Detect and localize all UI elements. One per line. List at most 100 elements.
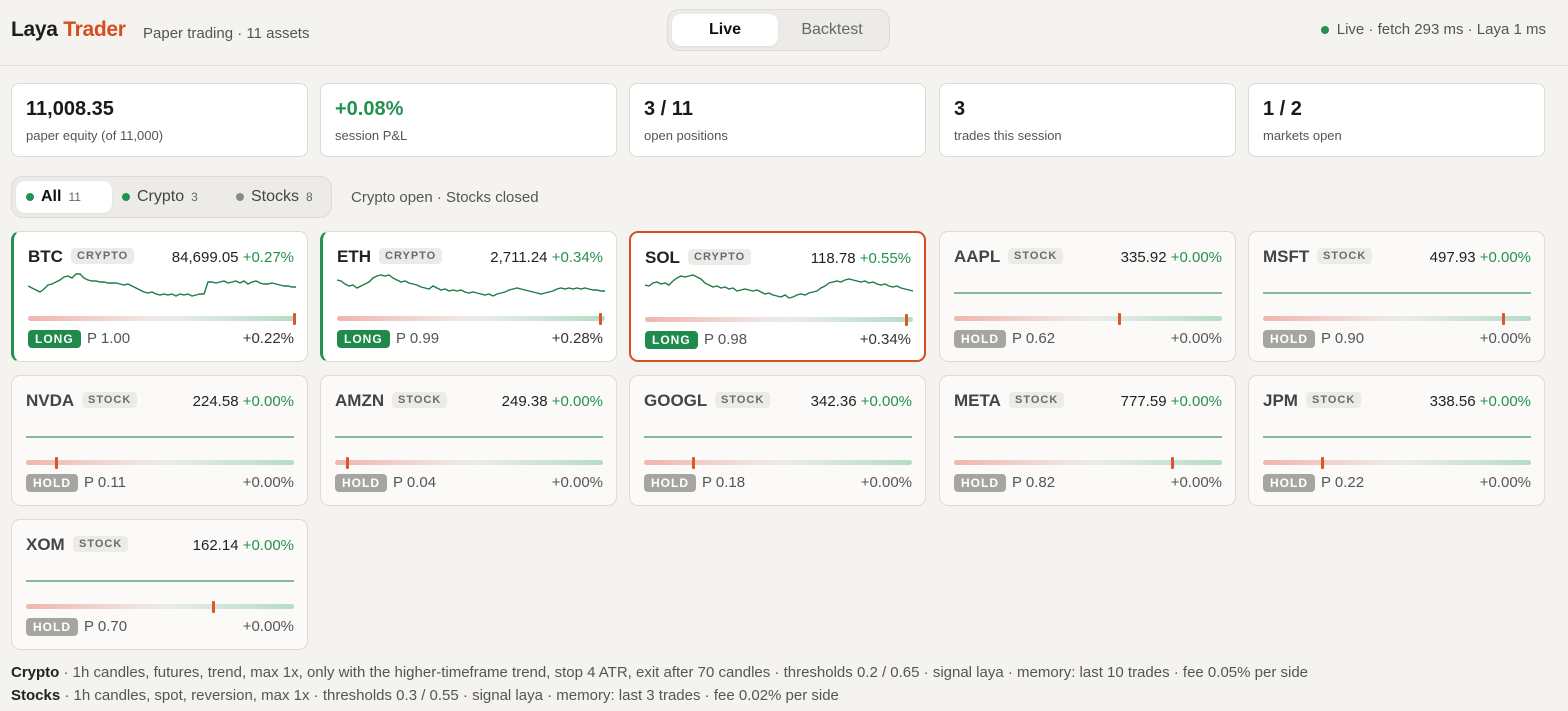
probability-track bbox=[26, 460, 294, 465]
asset-card-sol[interactable]: SOL CRYPTO 118.78 +0.55% LONG P 0.98 +0.34% bbox=[629, 231, 926, 362]
filter-crypto[interactable]: Crypto 3 bbox=[112, 181, 216, 213]
filter-label: All bbox=[41, 188, 62, 205]
asset-card-jpm[interactable]: JPM STOCK 338.56 +0.00% HOLD P 0.22 +0.00% bbox=[1248, 375, 1545, 506]
backtest-mode-button[interactable]: Backtest bbox=[778, 14, 886, 46]
price-value: 497.93 bbox=[1429, 249, 1480, 266]
stat-value: 1 / 2 bbox=[1263, 98, 1302, 120]
probability-track bbox=[954, 460, 1222, 465]
probability-marker bbox=[1171, 457, 1174, 469]
asset-price: 118.78 +0.55% bbox=[811, 250, 911, 267]
price-value: 777.59 bbox=[1120, 393, 1171, 410]
price-sparkline bbox=[954, 292, 1222, 294]
asset-card-aapl[interactable]: AAPL STOCK 335.92 +0.00% HOLD P 0.62 +0.00% bbox=[939, 231, 1236, 362]
config-text: · 1h candles, futures, trend, max 1x, on… bbox=[59, 664, 1309, 681]
signal-badge: HOLD bbox=[954, 330, 1006, 348]
probability-marker bbox=[1118, 313, 1121, 325]
asset-type-badge: STOCK bbox=[1317, 248, 1373, 264]
price-value: 84,699.05 bbox=[171, 249, 243, 266]
probability-track bbox=[335, 460, 603, 465]
stat-session-pnl: +0.08% session P&L bbox=[320, 83, 617, 157]
probability-track bbox=[337, 316, 605, 321]
asset-price: 84,699.05 +0.27% bbox=[172, 249, 294, 266]
filter-count: 3 bbox=[191, 190, 198, 204]
asset-symbol: AMZN bbox=[335, 391, 385, 410]
asset-card-eth[interactable]: ETH CRYPTO 2,711.24 +0.34% LONG P 0.99 +0.28% bbox=[320, 231, 617, 362]
asset-symbol: XOM bbox=[26, 535, 65, 554]
probability-marker bbox=[293, 313, 296, 325]
price-value: 335.92 bbox=[1120, 249, 1171, 266]
connection-status: Live · fetch 293 ms · Laya 1 ms bbox=[1320, 21, 1546, 38]
price-sparkline bbox=[26, 436, 294, 438]
stat-value: 3 bbox=[954, 98, 966, 120]
asset-price: 338.56 +0.00% bbox=[1430, 393, 1531, 410]
probability-track bbox=[1263, 316, 1531, 321]
asset-symbol: ETH bbox=[337, 247, 371, 266]
asset-card-meta[interactable]: META STOCK 777.59 +0.00% HOLD P 0.82 +0.00% bbox=[939, 375, 1236, 506]
position-pnl: +0.22% bbox=[242, 330, 294, 347]
probability-value: P 0.82 bbox=[1012, 474, 1056, 491]
probability-value: P 0.70 bbox=[84, 618, 128, 635]
price-sparkline bbox=[337, 274, 605, 297]
stat-label: markets open bbox=[1263, 128, 1342, 143]
asset-card-nvda[interactable]: NVDA STOCK 224.58 +0.00% HOLD P 0.11 +0.00% bbox=[11, 375, 308, 506]
asset-type-badge: STOCK bbox=[82, 392, 138, 408]
asset-symbol: GOOGL bbox=[644, 391, 708, 410]
asset-symbol: BTC bbox=[28, 247, 63, 266]
stat-equity: 11,008.35 paper equity (of 11,000) bbox=[11, 83, 308, 157]
price-value: 249.38 bbox=[501, 393, 552, 410]
price-value: 342.36 bbox=[810, 393, 861, 410]
asset-price: 335.92 +0.00% bbox=[1121, 249, 1222, 266]
price-sparkline bbox=[954, 436, 1222, 438]
price-sparkline bbox=[26, 580, 294, 582]
asset-price: 342.36 +0.00% bbox=[811, 393, 912, 410]
stat-value: +0.08% bbox=[335, 98, 404, 120]
asset-price: 162.14 +0.00% bbox=[193, 537, 294, 554]
stat-label: trades this session bbox=[954, 128, 1062, 143]
price-sparkline bbox=[645, 274, 913, 299]
probability-marker bbox=[346, 457, 349, 469]
filter-all[interactable]: All 11 bbox=[16, 181, 112, 213]
probability-marker bbox=[1502, 313, 1505, 325]
probability-track bbox=[645, 317, 913, 322]
price-change: +0.27% bbox=[242, 249, 294, 266]
stat-open-positions: 3 / 11 open positions bbox=[629, 83, 926, 157]
price-sparkline bbox=[335, 436, 603, 438]
dot-icon bbox=[26, 193, 34, 201]
asset-type-badge: CRYPTO bbox=[688, 249, 752, 265]
asset-type-badge: STOCK bbox=[1306, 392, 1362, 408]
asset-price: 777.59 +0.00% bbox=[1121, 393, 1222, 410]
probability-marker bbox=[905, 314, 908, 326]
price-sparkline bbox=[1263, 436, 1531, 438]
asset-card-btc[interactable]: BTC CRYPTO 84,699.05 +0.27% LONG P 1.00 +0.22… bbox=[11, 231, 308, 362]
dot-icon bbox=[122, 193, 130, 201]
filter-count: 11 bbox=[68, 190, 81, 204]
asset-card-googl[interactable]: GOOGL STOCK 342.36 +0.00% HOLD P 0.18 +0.00% bbox=[629, 375, 926, 506]
price-change: +0.34% bbox=[551, 249, 603, 266]
asset-type-badge: CRYPTO bbox=[379, 248, 443, 264]
filter-stocks[interactable]: Stocks 8 bbox=[226, 181, 330, 213]
price-change: +0.00% bbox=[1170, 393, 1222, 410]
probability-value: P 0.11 bbox=[84, 474, 126, 491]
stat-label: open positions bbox=[644, 128, 728, 143]
probability-value: P 0.04 bbox=[393, 474, 437, 491]
probability-track bbox=[28, 316, 296, 321]
dot-icon bbox=[236, 193, 244, 201]
signal-badge: HOLD bbox=[26, 618, 78, 636]
live-mode-button[interactable]: Live bbox=[672, 14, 778, 46]
asset-card-amzn[interactable]: AMZN STOCK 249.38 +0.00% HOLD P 0.04 +0.00% bbox=[320, 375, 617, 506]
signal-badge: LONG bbox=[28, 330, 81, 348]
position-pnl: +0.00% bbox=[1479, 474, 1531, 491]
config-label: Stocks bbox=[11, 687, 61, 704]
position-pnl: +0.00% bbox=[1479, 330, 1531, 347]
probability-marker bbox=[212, 601, 215, 613]
signal-badge: HOLD bbox=[335, 474, 387, 492]
price-value: 224.58 bbox=[192, 393, 243, 410]
asset-card-msft[interactable]: MSFT STOCK 497.93 +0.00% HOLD P 0.90 +0.00% bbox=[1248, 231, 1545, 362]
price-change: +0.00% bbox=[242, 537, 294, 554]
asset-card-xom[interactable]: XOM STOCK 162.14 +0.00% HOLD P 0.70 +0.00% bbox=[11, 519, 308, 650]
sparkline-path bbox=[28, 273, 296, 297]
status-dot-icon bbox=[1320, 25, 1329, 34]
asset-symbol: SOL bbox=[645, 248, 680, 267]
app-subtitle: Paper trading · 11 assets bbox=[143, 25, 310, 42]
probability-track bbox=[954, 316, 1222, 321]
